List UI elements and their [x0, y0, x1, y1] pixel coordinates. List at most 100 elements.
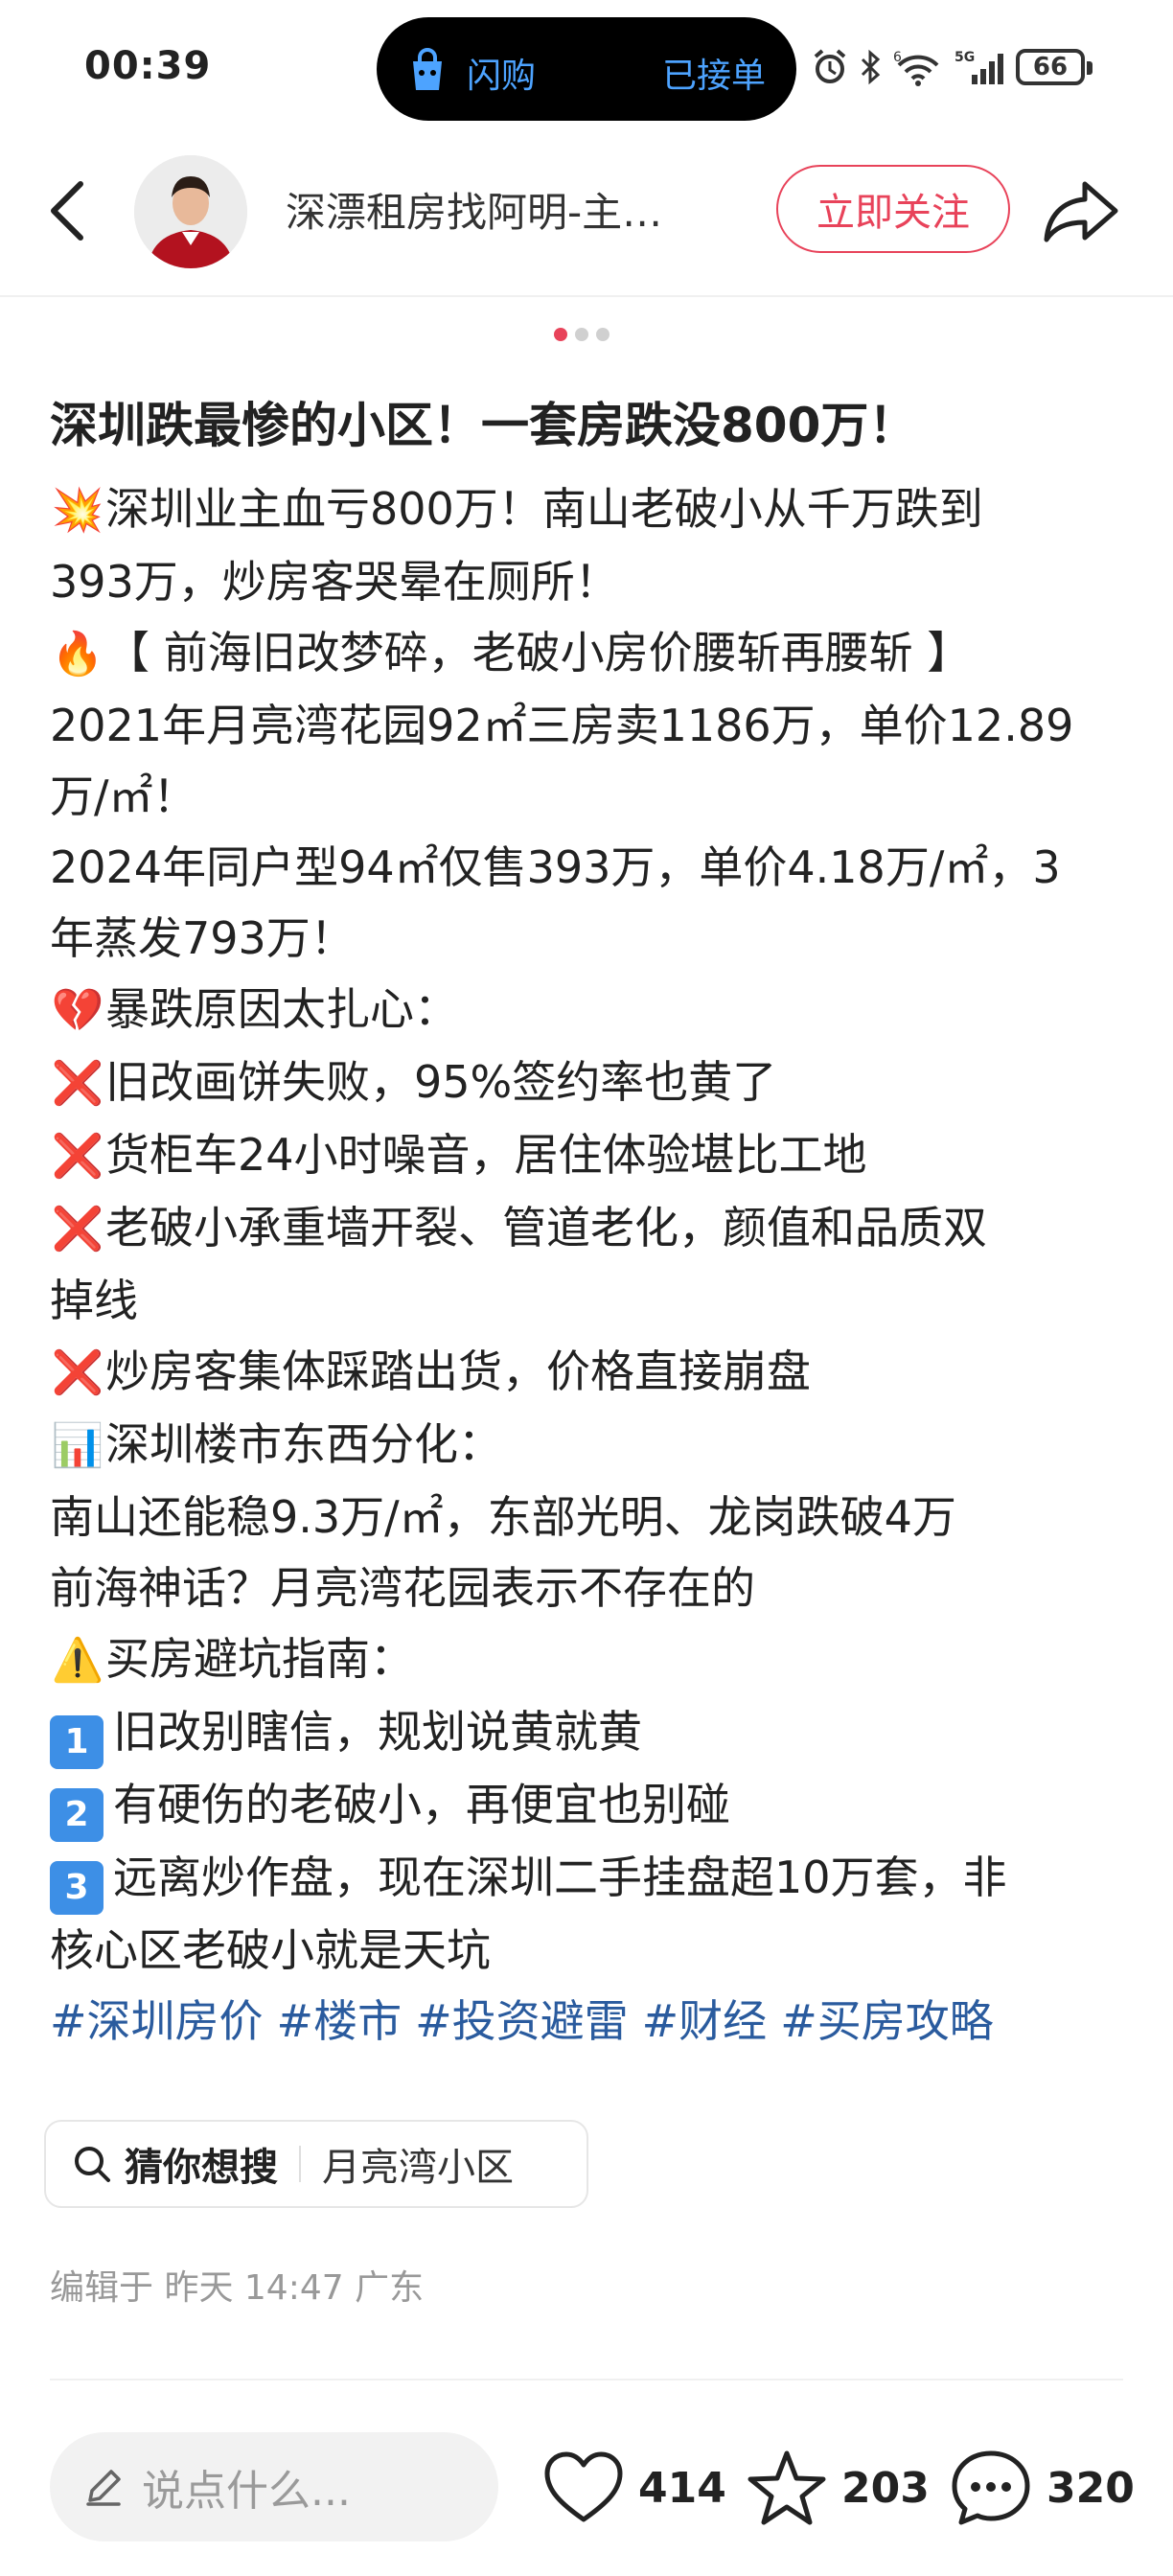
divider: [299, 2146, 301, 2182]
author-name[interactable]: 深漂租房找阿明-主…: [286, 180, 746, 239]
like-count: 414: [638, 2463, 726, 2513]
search-suggestion-query[interactable]: 月亮湾小区: [322, 2136, 514, 2192]
post-text: 2024年同户型94㎡仅售393万，单价4.18万/㎡，3: [50, 841, 1061, 893]
carousel-dot[interactable]: [554, 328, 567, 341]
pencil-icon: [86, 2470, 121, 2506]
post-text-line: 🔥【 前海旧改梦碎，老破小房价腰斩再腰斩 】: [50, 617, 1133, 690]
post-text: 旧改画饼失败，95%签约率也黄了: [105, 1056, 777, 1108]
status-icons: 6 5G 66: [813, 46, 1092, 88]
comment-input[interactable]: 说点什么...: [50, 2432, 498, 2542]
tag-list: #深圳房价 #楼市 #投资避雷 #财经 #买房攻略: [50, 1986, 1133, 2057]
bar-chart-icon: 📊: [51, 1421, 104, 1470]
post-text-line: ❌炒房客集体踩踏出货，价格直接崩盘: [50, 1336, 1133, 1409]
cross-mark-icon: ❌: [51, 1132, 104, 1181]
post-text: 深圳业主血亏800万！南山老破小从千万跌到: [105, 483, 983, 535]
hashtag-link[interactable]: #财经: [642, 1995, 768, 2047]
post-header: 深漂租房找阿明-主… 立即关注: [0, 144, 1173, 278]
collision-icon: 💥: [51, 486, 104, 535]
post-text: 远离炒作盘，现在深圳二手挂盘超10万套，非: [113, 1852, 1007, 1903]
heart-icon: [544, 2451, 623, 2522]
post-text: 掉线: [50, 1275, 138, 1326]
shopping-bag-icon: [413, 48, 442, 90]
post-text-line: 2 有硬伤的老破小，再便宜也别碰: [50, 1769, 1133, 1842]
author-avatar[interactable]: [134, 155, 247, 268]
post-text: 年蒸发793万！: [50, 912, 355, 964]
post-text: 前海神话？月亮湾花园表示不存在的: [50, 1562, 755, 1614]
post-text: 2021年月亮湾花园92㎡三房卖1186万，单价12.89: [50, 700, 1074, 751]
cross-mark-icon: ❌: [51, 1059, 104, 1108]
post-text-line: 💔暴跌原因太扎心：: [50, 974, 1133, 1046]
cross-mark-icon: ❌: [51, 1348, 104, 1397]
comment-placeholder: 说点什么...: [142, 2467, 351, 2516]
post-text-line: 核心区老破小就是天坑: [50, 1915, 1133, 1986]
post-text: 买房避坑指南：: [105, 1633, 414, 1685]
post-text-line: 1 旧改别瞎信，规划说黄就黄: [50, 1696, 1133, 1769]
post-text-line: 掉线: [50, 1265, 1133, 1336]
post-text: 旧改别瞎信，规划说黄就黄: [113, 1706, 642, 1758]
post-text-line: 万/㎡！: [50, 761, 1133, 832]
favorite-button[interactable]: 203: [746, 2442, 930, 2534]
post-text-line: ❌货柜车24小时噪音，居住体验堪比工地: [50, 1119, 1133, 1192]
search-suggestion-label: 猜你想搜: [125, 2146, 278, 2190]
favorite-count: 203: [841, 2463, 930, 2513]
comment-button[interactable]: 320: [949, 2442, 1135, 2534]
fire-icon: 🔥: [51, 630, 104, 678]
carousel-dot[interactable]: [596, 328, 610, 341]
share-button[interactable]: [1043, 178, 1119, 245]
island-status-label: 已接单: [662, 57, 767, 96]
warning-icon: ⚠️: [51, 1636, 104, 1685]
carousel-indicator: [554, 328, 610, 341]
carousel-dot[interactable]: [575, 328, 588, 341]
edit-info: 编辑于 昨天 14:47 广东: [50, 2268, 425, 2308]
post-text-line: 2024年同户型94㎡仅售393万，单价4.18万/㎡，3: [50, 832, 1133, 903]
search-suggestion[interactable]: 猜你想搜 月亮湾小区: [44, 2120, 588, 2208]
post-text-line: ❌旧改画饼失败，95%签约率也黄了: [50, 1046, 1133, 1119]
back-button[interactable]: [38, 172, 96, 249]
header-divider: [0, 295, 1173, 297]
post-content: 深圳跌最惨的小区！一套房跌没800万！ 💥深圳业主血亏800万！南山老破小从千万…: [50, 383, 1133, 2057]
post-text: 货柜车24小时噪音，居住体验堪比工地: [105, 1129, 867, 1181]
comment-count: 320: [1046, 2463, 1135, 2513]
post-text: 有硬伤的老破小，再便宜也别碰: [113, 1779, 730, 1830]
post-text: 核心区老破小就是天坑: [50, 1924, 491, 1976]
signal-icon: 5G: [954, 50, 1003, 84]
post-text: 暴跌原因太扎心：: [105, 983, 458, 1035]
post-text-line: 💥深圳业主血亏800万！南山老破小从千万跌到: [50, 473, 1133, 546]
like-button[interactable]: 414: [542, 2442, 726, 2534]
number-badge-icon: 2: [50, 1788, 104, 1842]
hashtag-link[interactable]: #深圳房价: [50, 1995, 264, 2047]
battery-indicator: 66: [1016, 49, 1092, 85]
svg-text:5G: 5G: [954, 50, 975, 65]
post-text: 炒房客集体踩踏出货，价格直接崩盘: [105, 1346, 811, 1397]
bottom-action-bar: 说点什么... 414 203 320: [0, 2396, 1173, 2576]
status-bar: 00:39 闪购 已接单 6 5G 66: [0, 0, 1173, 134]
post-text-line: ❌老破小承重墙开裂、管道老化，颜值和品质双: [50, 1192, 1133, 1265]
post-text: 万/㎡！: [50, 770, 197, 822]
post-text-line: 3 远离炒作盘，现在深圳二手挂盘超10万套，非: [50, 1842, 1133, 1915]
wifi-icon: 6: [893, 50, 939, 86]
post-text-line: 南山还能稳9.3万/㎡，东部光明、龙岗跌破4万: [50, 1482, 1133, 1552]
broken-heart-icon: 💔: [51, 986, 104, 1035]
hashtag-link[interactable]: #买房攻略: [780, 1995, 994, 2047]
hashtag-link[interactable]: #楼市: [277, 1995, 402, 2047]
dynamic-island[interactable]: 闪购 已接单: [377, 17, 796, 121]
post-text-line: 393万，炒房客哭晕在厕所！: [50, 546, 1133, 617]
post-text-line: 📊深圳楼市东西分化：: [50, 1409, 1133, 1482]
post-text: 深圳楼市东西分化：: [105, 1418, 502, 1470]
follow-button[interactable]: 立即关注: [776, 165, 1010, 253]
divider: [50, 2379, 1123, 2380]
post-text-line: 年蒸发793万！: [50, 903, 1133, 974]
post-text-line: ⚠️买房避坑指南：: [50, 1623, 1133, 1696]
post-text: 南山还能稳9.3万/㎡，东部光明、龙岗跌破4万: [50, 1491, 956, 1543]
comment-bubble-icon: [952, 2450, 1030, 2525]
post-body: 💥深圳业主血亏800万！南山老破小从千万跌到 393万，炒房客哭晕在厕所！ 🔥【 前…: [50, 473, 1133, 1986]
post-text-line: 前海神话？月亮湾花园表示不存在的: [50, 1552, 1133, 1623]
hashtag-link[interactable]: #投资避雷: [415, 1995, 629, 2047]
share-icon: [1044, 181, 1118, 242]
number-badge-icon: 1: [50, 1715, 104, 1769]
avatar-portrait: [134, 155, 247, 268]
bluetooth-icon: [861, 49, 881, 85]
island-app-label: 闪购: [467, 57, 537, 96]
search-icon: [75, 2147, 110, 2182]
cross-mark-icon: ❌: [51, 1205, 104, 1254]
